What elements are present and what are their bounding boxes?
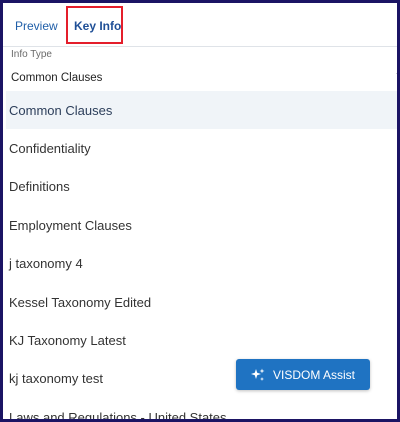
chevron-down-icon xyxy=(395,68,397,80)
info-type-label: Info Type xyxy=(11,49,52,60)
option-label: Confidentiality xyxy=(9,141,91,157)
option-employment-clauses[interactable]: Employment Clauses xyxy=(6,206,397,244)
option-definitions[interactable]: Definitions xyxy=(6,168,397,206)
option-label: Laws and Regulations - United States xyxy=(9,409,227,422)
option-label: Kessel Taxonomy Edited xyxy=(9,294,152,310)
option-kessel-taxonomy-edited[interactable]: Kessel Taxonomy Edited xyxy=(6,283,397,321)
option-confidentiality[interactable]: Confidentiality xyxy=(6,129,397,167)
option-j-taxonomy-4[interactable]: j taxonomy 4 xyxy=(6,245,397,283)
option-kj-taxonomy-latest[interactable]: KJ Taxonomy Latest xyxy=(6,321,397,359)
tab-bar: Preview Key Info xyxy=(3,3,397,47)
option-label: kj taxonomy test xyxy=(9,371,103,387)
option-label: j taxonomy 4 xyxy=(9,256,83,272)
tab-key-info[interactable]: Key Info xyxy=(74,19,121,33)
option-label: KJ Taxonomy Latest xyxy=(9,333,126,349)
info-type-select[interactable]: Common Clauses xyxy=(3,65,397,91)
option-label: Employment Clauses xyxy=(9,217,132,233)
panel-frame: Preview Key Info Info Type Common Clause… xyxy=(0,0,400,422)
sparkle-icon xyxy=(250,368,265,382)
visdom-assist-button[interactable]: VISDOM Assist xyxy=(236,359,370,390)
info-type-value: Common Clauses xyxy=(11,72,103,84)
info-type-field: Info Type Common Clauses xyxy=(3,47,397,93)
visdom-assist-label: VISDOM Assist xyxy=(272,367,355,382)
option-laws-and-regulations-us[interactable]: Laws and Regulations - United States xyxy=(6,398,397,422)
option-label: Definitions xyxy=(9,179,70,195)
tab-preview[interactable]: Preview xyxy=(15,19,58,33)
option-label: Common Clauses xyxy=(9,102,113,118)
option-common-clauses[interactable]: Common Clauses xyxy=(6,91,397,130)
